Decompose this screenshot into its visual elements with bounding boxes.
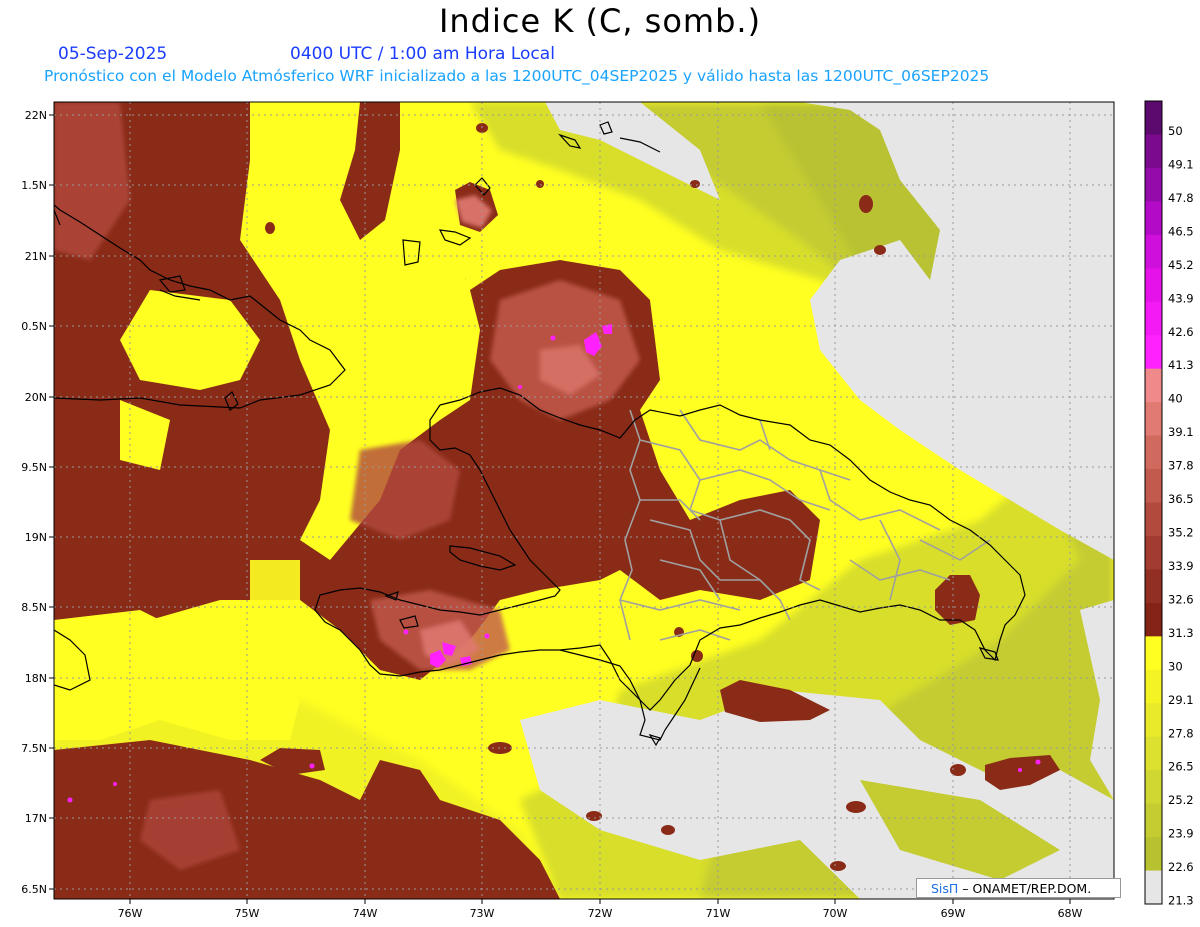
colorbar-label: 47.8 [1168,191,1194,205]
colorbar-swatch [1145,201,1162,236]
colorbar-label: 26.5 [1168,760,1194,774]
colorbar-label: 42.6 [1168,325,1194,339]
colorbar-label: 46.5 [1168,224,1194,238]
lat-label: 7.5N [21,742,47,755]
longitude-labels: 76W 75W 74W 73W 72W 71W 70W 69W 68W [118,907,1083,920]
k-index-map: 76W 75W 74W 73W 72W 71W 70W 69W 68W 22N … [21,100,1194,920]
lat-label: 8.5N [21,601,47,614]
colorbar-label: 32.6 [1168,592,1194,606]
lon-label: 76W [118,907,143,920]
lon-label: 73W [470,907,495,920]
colorbar-label: 22.6 [1168,860,1194,874]
colorbar-swatch [1145,134,1162,169]
colorbar-swatch [1145,636,1162,671]
colorbar-swatch [1145,736,1162,771]
lat-label: 1.5N [21,179,47,192]
credit-box: SisΠ – ONAMET/REP.DOM. [916,878,1121,898]
colorbar-swatch [1145,669,1162,704]
lon-label: 68W [1058,907,1083,920]
lat-label: 22N [25,109,47,122]
colorbar-label: 33.9 [1168,559,1194,573]
colorbar-swatch [1145,301,1162,336]
lon-label: 69W [941,907,966,920]
colorbar-swatch [1145,335,1162,370]
colorbar-swatch [1145,402,1162,437]
lon-label: 71W [706,907,731,920]
colorbar-label: 29.1 [1168,693,1194,707]
colorbar-label: 23.9 [1168,827,1194,841]
colorbar-swatch [1145,770,1162,805]
lat-label: 6.5N [21,883,47,896]
colorbar-swatch [1145,569,1162,604]
colorbar-swatch [1145,368,1162,403]
colorbar-label: 43.9 [1168,291,1194,305]
colorbar-swatch [1145,268,1162,303]
lon-label: 70W [823,907,848,920]
lat-label: 17N [25,812,47,825]
colorbar-label: 21.3 [1168,894,1194,908]
lat-label: 20N [25,391,47,404]
lat-label: 9.5N [21,461,47,474]
lon-label: 75W [235,907,260,920]
colorbar-label: 40 [1168,392,1183,406]
colorbar-label: 30 [1168,659,1183,673]
colorbar-swatch [1145,435,1162,470]
lat-label: 21N [25,250,47,263]
colorbar-swatch [1145,803,1162,838]
colorbar-swatch [1145,870,1162,905]
lon-label: 72W [588,907,613,920]
colorbar-label: 39.1 [1168,425,1194,439]
colorbar-swatch [1145,502,1162,537]
colorbar-swatch [1145,535,1162,570]
colorbar-swatch [1145,234,1162,269]
lat-label: 19N [25,531,47,544]
colorbar-label: 36.5 [1168,492,1194,506]
colorbar-label: 41.3 [1168,358,1194,372]
colorbar-label: 31.3 [1168,626,1194,640]
colorbar-label: 49.1 [1168,157,1194,171]
colorbar-swatch [1145,101,1162,135]
colorbar: 50 49.1 47.8 46.5 45.2 43.9 42.6 41.3 40 39.1 37.8… [1144,100,1194,908]
lon-label: 74W [353,907,378,920]
colorbar-label: 35.2 [1168,526,1194,540]
colorbar-swatch [1145,167,1162,202]
lat-label: 0.5N [21,320,47,333]
colorbar-label: 37.8 [1168,459,1194,473]
map-field [54,102,1114,899]
colorbar-swatch [1145,837,1162,872]
colorbar-swatch [1145,703,1162,738]
credit-text: – ONAMET/REP.DOM. [958,881,1092,896]
colorbar-label: 45.2 [1168,258,1194,272]
sispi-logo-text: SisΠ [931,881,959,896]
colorbar-label: 25.2 [1168,793,1194,807]
latitude-labels: 22N 1.5N 21N 0.5N 20N 9.5N 19N 8.5N 18N … [21,109,47,896]
lat-label: 18N [25,672,47,685]
colorbar-label: 27.8 [1168,726,1194,740]
colorbar-swatch [1145,469,1162,503]
colorbar-label: 50 [1168,124,1183,138]
colorbar-swatch [1145,602,1162,637]
